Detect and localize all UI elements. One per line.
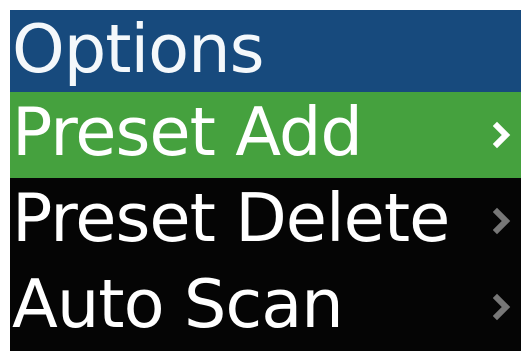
- options-header: Options: [10, 10, 521, 92]
- menu-item-auto-scan[interactable]: Auto Scan: [10, 264, 521, 350]
- menu-item-label: Preset Delete: [12, 179, 450, 257]
- menu-item-preset-add[interactable]: Preset Add: [10, 92, 521, 178]
- menu-item-label: Preset Add: [12, 93, 363, 171]
- chevron-right-icon: [493, 121, 511, 149]
- chevron-right-icon: [493, 293, 511, 321]
- menu-item-label: Auto Scan: [12, 265, 344, 343]
- chevron-right-icon: [493, 207, 511, 235]
- page-title: Options: [12, 10, 265, 88]
- menu-item-preset-delete[interactable]: Preset Delete: [10, 178, 521, 264]
- options-screen: Options Preset Add Preset Delete Auto Sc…: [10, 10, 521, 351]
